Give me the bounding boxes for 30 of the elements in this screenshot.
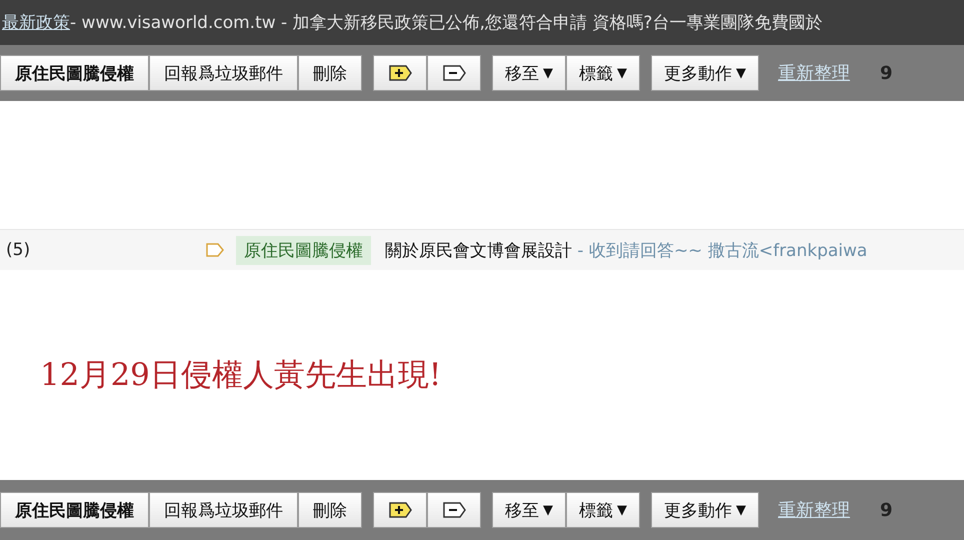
toolbar-button[interactable]: 原住民圖騰侵權 [0, 55, 149, 91]
remove-label-button[interactable] [427, 492, 481, 528]
add-label-button[interactable] [373, 55, 427, 91]
menu-button[interactable]: 標籤 ▼ [566, 55, 640, 91]
message-count: (5) [6, 240, 32, 260]
toolbar-button[interactable]: 刪除 [298, 492, 362, 528]
menu-button[interactable]: 移至 ▼ [492, 55, 566, 91]
menu-button[interactable]: 更多動作 ▼ [651, 492, 759, 528]
toolbar-button[interactable]: 刪除 [298, 55, 362, 91]
minus-tag-icon [442, 65, 466, 81]
count-text: 9 [880, 62, 893, 84]
label-tag: 原住民圖騰侵權 [236, 236, 371, 264]
menu-button[interactable]: 更多動作 ▼ [651, 55, 759, 91]
add-label-button[interactable] [373, 492, 427, 528]
ad-text: - www.visaworld.com.tw - 加拿大新移民政策已公佈,您還符合申請 資格嗎?台一專業團隊免費國於 [70, 12, 822, 34]
plus-tag-icon [388, 502, 412, 518]
thread-row[interactable]: (5) 原住民圖騰侵權 關於原民會文博會展設計 - 收到請回答~~ 撒古流<frankpaiwa [0, 229, 964, 270]
toolbar-button[interactable]: 回報爲垃圾郵件 [149, 492, 298, 528]
minus-tag-icon [442, 502, 466, 518]
menu-button[interactable]: 標籤 ▼ [566, 492, 640, 528]
label-tag-icon [206, 243, 224, 257]
toolbar-button[interactable]: 原住民圖騰侵權 [0, 492, 149, 528]
toolbar-button[interactable]: 回報爲垃圾郵件 [149, 55, 298, 91]
count-text: 9 [880, 500, 893, 520]
plus-tag-icon [388, 65, 412, 81]
ad-link[interactable]: 最新政策 [2, 11, 70, 34]
remove-label-button[interactable] [427, 55, 481, 91]
subject-text: 關於原民會文博會展設計 - 收到請回答~~ 撒古流<frankpaiwa [385, 240, 868, 262]
menu-button[interactable]: 移至 ▼ [492, 492, 566, 528]
message-text: 12月29日侵權人黃先生出現! [40, 356, 442, 395]
